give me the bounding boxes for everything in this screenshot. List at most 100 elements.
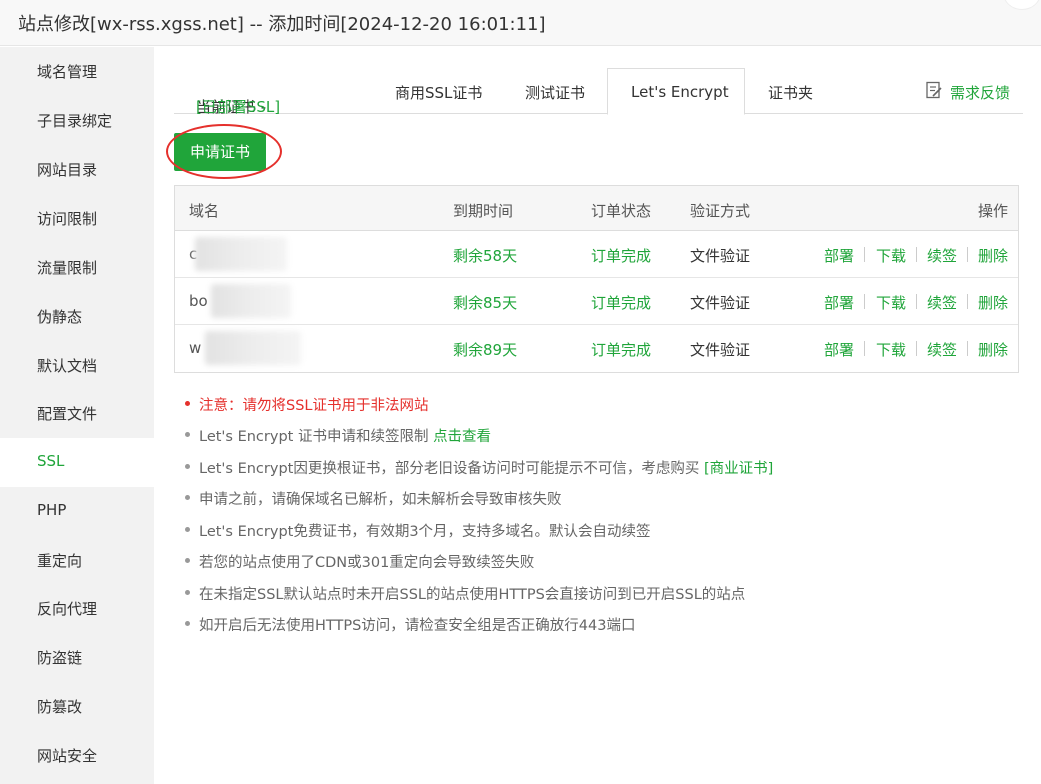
separator <box>864 247 865 262</box>
tab-label: 测试证书 <box>525 84 586 102</box>
note-text: 申请之前，请确保域名已解析，如未解析会导致审核失败 <box>199 492 562 508</box>
list-item: 如开启后无法使用HTTPS访问，请检查安全组是否正确放行443端口 <box>184 613 1004 637</box>
sidebar-item-tamper-proof[interactable]: 防篡改 <box>0 682 154 731</box>
sidebar-item-label: 域名管理 <box>37 63 98 81</box>
bullet <box>185 432 190 437</box>
sidebar-item-redirect[interactable]: 重定向 <box>0 536 154 585</box>
separator <box>916 294 917 309</box>
sidebar-item-label: 网站目录 <box>37 161 98 179</box>
close-button[interactable] <box>1003 0 1041 10</box>
renew-link[interactable]: 续签 <box>927 339 957 360</box>
sidebar-item-label: 防盗链 <box>37 649 83 667</box>
tab-test-cert[interactable]: 测试证书 <box>504 68 604 114</box>
deploy-link[interactable]: 部署 <box>824 339 854 360</box>
bullet <box>185 464 190 469</box>
status-cell: 订单完成 <box>591 247 652 265</box>
expire-cell: 剩余85天 <box>453 294 518 312</box>
list-item: Let's Encrypt免费证书，有效期3个月，支持多域名。默认会自动续签 <box>184 519 1004 543</box>
col-status: 订单状态 <box>591 202 652 220</box>
warning-note: 注意：请勿将SSL证书用于非法网站 <box>199 398 429 414</box>
feedback-link[interactable]: 需求反馈 <box>950 82 1010 103</box>
redaction-blur <box>211 284 291 318</box>
redaction-blur <box>195 237 287 271</box>
sidebar-item-label: 网站安全 <box>37 747 98 765</box>
sidebar-item-site-security[interactable]: 网站安全 <box>0 731 154 780</box>
sidebar-item-ssl[interactable]: SSL <box>0 438 154 487</box>
tab-letsencrypt[interactable]: Let's Encrypt <box>607 68 745 115</box>
window-title: 站点修改[wx-rss.xgss.net] -- 添加时间[2024-12-20… <box>18 14 546 35</box>
list-item: 申请之前，请确保域名已解析，如未解析会导致审核失败 <box>184 487 1004 511</box>
separator <box>967 294 968 309</box>
ssl-tabs: 当前证书 - [已部署SSL] 商用SSL证书 测试证书 Let's Encry… <box>174 68 1023 116</box>
deploy-link[interactable]: 部署 <box>824 245 854 266</box>
separator <box>967 341 968 356</box>
sidebar-item-traffic-limit[interactable]: 流量限制 <box>0 243 154 292</box>
sidebar-item-label: 防篡改 <box>37 698 83 716</box>
edit-note-icon[interactable] <box>926 81 942 100</box>
col-domain: 域名 <box>189 202 220 220</box>
bullet <box>185 621 190 626</box>
sidebar-item-subdir[interactable]: 子目录绑定 <box>0 96 154 145</box>
list-item: 若您的站点使用了CDN或301重定向会导致续签失败 <box>184 550 1004 574</box>
col-verify: 验证方式 <box>690 202 751 220</box>
list-item: Let's Encrypt因更换根证书，部分老旧设备访问时可能提示不可信，考虑购… <box>184 456 1004 480</box>
commercial-cert-link[interactable]: [商业证书] <box>704 461 773 477</box>
col-expire: 到期时间 <box>453 202 514 220</box>
tab-current-cert[interactable]: 当前证书 - [已部署SSL] <box>174 68 364 116</box>
expire-cell: 剩余89天 <box>453 341 518 359</box>
table-row: bo 剩余85天 订单完成 文件验证 部署 下载 续签 删除 <box>175 278 1018 325</box>
delete-link[interactable]: 删除 <box>978 245 1008 266</box>
note-text: Let's Encrypt因更换根证书，部分老旧设备访问时可能提示不可信，考虑购… <box>199 461 704 477</box>
sidebar-item-label: 访问限制 <box>37 210 98 228</box>
view-limit-link[interactable]: 点击查看 <box>433 429 491 445</box>
sidebar-item-label: 子目录绑定 <box>37 112 113 130</box>
note-text: Let's Encrypt 证书申请和续签限制 <box>199 429 434 445</box>
sidebar-item-site-dir[interactable]: 网站目录 <box>0 145 154 194</box>
verify-cell: 文件验证 <box>690 247 751 265</box>
domain-cell: bo <box>189 292 208 310</box>
note-text: 如开启后无法使用HTTPS访问，请检查安全组是否正确放行443端口 <box>199 618 636 634</box>
verify-cell: 文件验证 <box>690 341 751 359</box>
tab-commercial-ssl[interactable]: 商用SSL证书 <box>368 68 498 114</box>
list-item: 注意：请勿将SSL证书用于非法网站 <box>184 393 1004 417</box>
renew-link[interactable]: 续签 <box>927 245 957 266</box>
tab-label: 商用SSL证书 <box>395 84 483 102</box>
table-row: c 剩余58天 订单完成 文件验证 部署 下载 续签 删除 <box>175 231 1018 278</box>
tab-cert-folder[interactable]: 证书夹 <box>747 68 837 114</box>
sidebar-item-reverse-proxy[interactable]: 反向代理 <box>0 584 154 633</box>
download-link[interactable]: 下载 <box>876 292 906 313</box>
sidebar-item-default-doc[interactable]: 默认文档 <box>0 341 154 390</box>
sidebar-item-config[interactable]: 配置文件 <box>0 389 154 438</box>
separator <box>916 247 917 262</box>
sidebar-item-label: SSL <box>37 452 65 470</box>
sidebar: 域名管理 子目录绑定 网站目录 访问限制 流量限制 伪静态 默认文档 配置文件 … <box>0 47 154 784</box>
delete-link[interactable]: 删除 <box>978 292 1008 313</box>
download-link[interactable]: 下载 <box>876 245 906 266</box>
tab-label: 证书夹 <box>768 84 814 102</box>
sidebar-item-php[interactable]: PHP <box>0 487 154 536</box>
title-bar: 站点修改[wx-rss.xgss.net] -- 添加时间[2024-12-20… <box>0 0 1041 46</box>
apply-cert-button[interactable]: 申请证书 <box>174 133 266 171</box>
note-text: 若您的站点使用了CDN或301重定向会导致续签失败 <box>199 555 535 571</box>
delete-link[interactable]: 删除 <box>978 339 1008 360</box>
sidebar-item-rewrite[interactable]: 伪静态 <box>0 292 154 341</box>
deploy-link[interactable]: 部署 <box>824 292 854 313</box>
bullet <box>185 495 190 500</box>
col-actions: 操作 <box>978 202 1009 220</box>
note-text: Let's Encrypt免费证书，有效期3个月，支持多域名。默认会自动续签 <box>199 524 651 540</box>
bullet <box>185 590 190 595</box>
sidebar-item-hotlink[interactable]: 防盗链 <box>0 633 154 682</box>
sidebar-item-label: 流量限制 <box>37 259 98 277</box>
sidebar-item-access-limit[interactable]: 访问限制 <box>0 194 154 243</box>
list-item: 在未指定SSL默认站点时未开启SSL的站点使用HTTPS会直接访问到已开启SSL… <box>184 582 1004 606</box>
redaction-blur <box>205 331 301 365</box>
separator <box>864 341 865 356</box>
renew-link[interactable]: 续签 <box>927 292 957 313</box>
download-link[interactable]: 下载 <box>876 339 906 360</box>
status-cell: 订单完成 <box>591 341 652 359</box>
verify-cell: 文件验证 <box>690 294 751 312</box>
table-row: w 剩余89天 订单完成 文件验证 部署 下载 续签 删除 <box>175 325 1018 372</box>
list-item: Let's Encrypt 证书申请和续签限制 点击查看 <box>184 424 1004 448</box>
ssl-deployed-status: [已部署SSL] <box>196 98 281 116</box>
sidebar-item-domain[interactable]: 域名管理 <box>0 47 154 96</box>
